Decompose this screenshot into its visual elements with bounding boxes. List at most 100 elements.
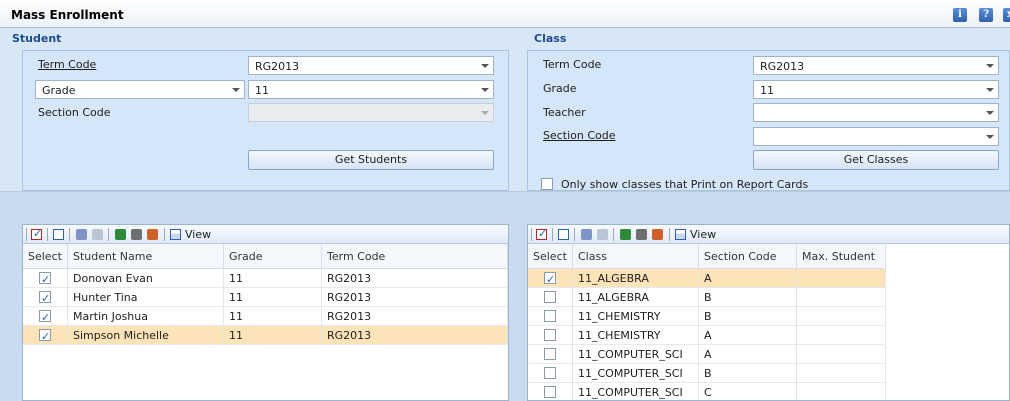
clear-filter-icon[interactable] — [597, 229, 608, 240]
cell-term: RG2013 — [322, 269, 508, 288]
row-select-checkbox[interactable] — [544, 270, 556, 288]
cell-class: 11_COMPUTER_SCI — [573, 383, 699, 400]
student-panel: Term Code RG2013 Grade 11 Section Code G… — [22, 50, 509, 191]
view-icon[interactable] — [170, 229, 181, 240]
toolbar-separator — [69, 228, 70, 241]
select-all-icon[interactable] — [536, 227, 547, 240]
cell-section: A — [699, 269, 797, 288]
cell-grade: 11 — [224, 307, 322, 326]
table-row[interactable]: 11_COMPUTER_SCI C — [528, 383, 886, 400]
row-select-checkbox[interactable] — [39, 270, 51, 288]
help-icon[interactable]: ? — [979, 8, 993, 22]
class-section-code-label: Section Code — [543, 129, 616, 142]
select-cell — [528, 345, 573, 364]
cell-section: B — [699, 364, 797, 383]
select-cell — [528, 307, 573, 326]
deselect-all-icon[interactable] — [558, 229, 569, 240]
class-grid: View Select Class Section Code Max. Stud… — [527, 224, 1010, 401]
select-all-icon[interactable] — [31, 227, 42, 240]
excel-export-icon[interactable] — [620, 229, 631, 240]
table-row[interactable]: 11_ALGEBRA B — [528, 288, 886, 307]
col-grade[interactable]: Grade — [224, 244, 322, 269]
settings-icon[interactable] — [652, 229, 663, 240]
col-max-student[interactable]: Max. Student — [797, 244, 886, 269]
cell-name: Simpson Michelle — [68, 326, 224, 345]
col-select[interactable]: Select — [23, 244, 68, 269]
row-select-checkbox[interactable] — [544, 348, 556, 360]
col-section-code[interactable]: Section Code — [699, 244, 797, 269]
print-icon[interactable] — [636, 229, 647, 240]
cell-class: 11_COMPUTER_SCI — [573, 345, 699, 364]
chevron-down-icon — [986, 88, 994, 92]
cell-section: C — [699, 383, 797, 400]
view-button-label[interactable]: View — [185, 228, 211, 241]
excel-export-icon[interactable] — [115, 229, 126, 240]
print-on-report-cards-checkbox[interactable] — [541, 178, 553, 190]
print-on-report-cards-label: Only show classes that Print on Report C… — [561, 178, 809, 191]
chevron-down-icon — [986, 64, 994, 68]
cell-name: Donovan Evan — [68, 269, 224, 288]
table-row[interactable]: Martin Joshua11RG2013 — [23, 307, 508, 326]
row-select-checkbox[interactable] — [544, 386, 556, 398]
row-select-checkbox[interactable] — [544, 291, 556, 303]
chevron-down-icon — [481, 111, 489, 115]
get-classes-button[interactable]: Get Classes — [753, 150, 999, 170]
class-term-code-select[interactable]: RG2013 — [753, 56, 999, 75]
table-row[interactable]: 11_ALGEBRAA — [528, 269, 886, 288]
student-term-code-label: Term Code — [38, 58, 97, 71]
info-icon[interactable]: i — [953, 8, 967, 22]
class-section-title: Class — [534, 32, 567, 45]
deselect-all-icon[interactable] — [53, 229, 64, 240]
class-grade-select[interactable]: 11 — [753, 80, 999, 99]
cell-max — [797, 364, 886, 383]
col-term-code[interactable]: Term Code — [322, 244, 508, 269]
student-section-title: Student — [12, 32, 62, 45]
get-students-button[interactable]: Get Students — [248, 150, 494, 170]
class-teacher-select[interactable] — [753, 103, 999, 122]
filter-icon[interactable] — [76, 229, 87, 240]
cell-term: RG2013 — [322, 307, 508, 326]
chevron-down-icon — [481, 64, 489, 68]
cell-grade: 11 — [224, 288, 322, 307]
col-class[interactable]: Class — [573, 244, 699, 269]
col-select[interactable]: Select — [528, 244, 573, 269]
class-term-code-label: Term Code — [543, 58, 602, 71]
student-term-code-select[interactable]: RG2013 — [248, 56, 494, 75]
row-select-checkbox[interactable] — [544, 329, 556, 341]
student-grid-header: Select Student Name Grade Term Code — [23, 244, 508, 269]
cell-grade: 11 — [224, 326, 322, 345]
student-filter-type-select[interactable]: Grade — [35, 80, 245, 99]
row-select-checkbox[interactable] — [39, 308, 51, 326]
table-row[interactable]: 11_CHEMISTRY A — [528, 326, 886, 345]
cell-class: 11_ALGEBRA — [573, 288, 699, 307]
student-grade-select[interactable]: 11 — [248, 80, 494, 99]
select-cell — [528, 383, 573, 400]
cell-term: RG2013 — [322, 288, 508, 307]
close-icon[interactable]: x — [1003, 8, 1010, 22]
table-row[interactable]: 11_COMPUTER_SCI B — [528, 364, 886, 383]
view-button-label[interactable]: View — [690, 228, 716, 241]
cell-class: 11_COMPUTER_SCI — [573, 364, 699, 383]
table-row[interactable]: 11_COMPUTER_SCI A — [528, 345, 886, 364]
col-student-name[interactable]: Student Name — [68, 244, 224, 269]
cell-class: 11_CHEMISTRY — [573, 307, 699, 326]
settings-icon[interactable] — [147, 229, 158, 240]
print-icon[interactable] — [131, 229, 142, 240]
row-select-checkbox[interactable] — [39, 327, 51, 345]
row-select-checkbox[interactable] — [544, 310, 556, 322]
cell-class: 11_CHEMISTRY — [573, 326, 699, 345]
table-row[interactable]: Donovan Evan11RG2013 — [23, 269, 508, 288]
filter-icon[interactable] — [581, 229, 592, 240]
class-section-code-select[interactable] — [753, 127, 999, 146]
table-row[interactable]: 11_CHEMISTRY B — [528, 307, 886, 326]
row-select-checkbox[interactable] — [544, 367, 556, 379]
clear-filter-icon[interactable] — [92, 229, 103, 240]
class-term-code-value: RG2013 — [760, 60, 805, 73]
cell-max — [797, 383, 886, 400]
table-row[interactable]: Hunter Tina11RG2013 — [23, 288, 508, 307]
table-row[interactable]: Simpson Michelle11RG2013 — [23, 326, 508, 345]
view-icon[interactable] — [675, 229, 686, 240]
cell-section: A — [699, 326, 797, 345]
row-select-checkbox[interactable] — [39, 289, 51, 307]
cell-name: Hunter Tina — [68, 288, 224, 307]
